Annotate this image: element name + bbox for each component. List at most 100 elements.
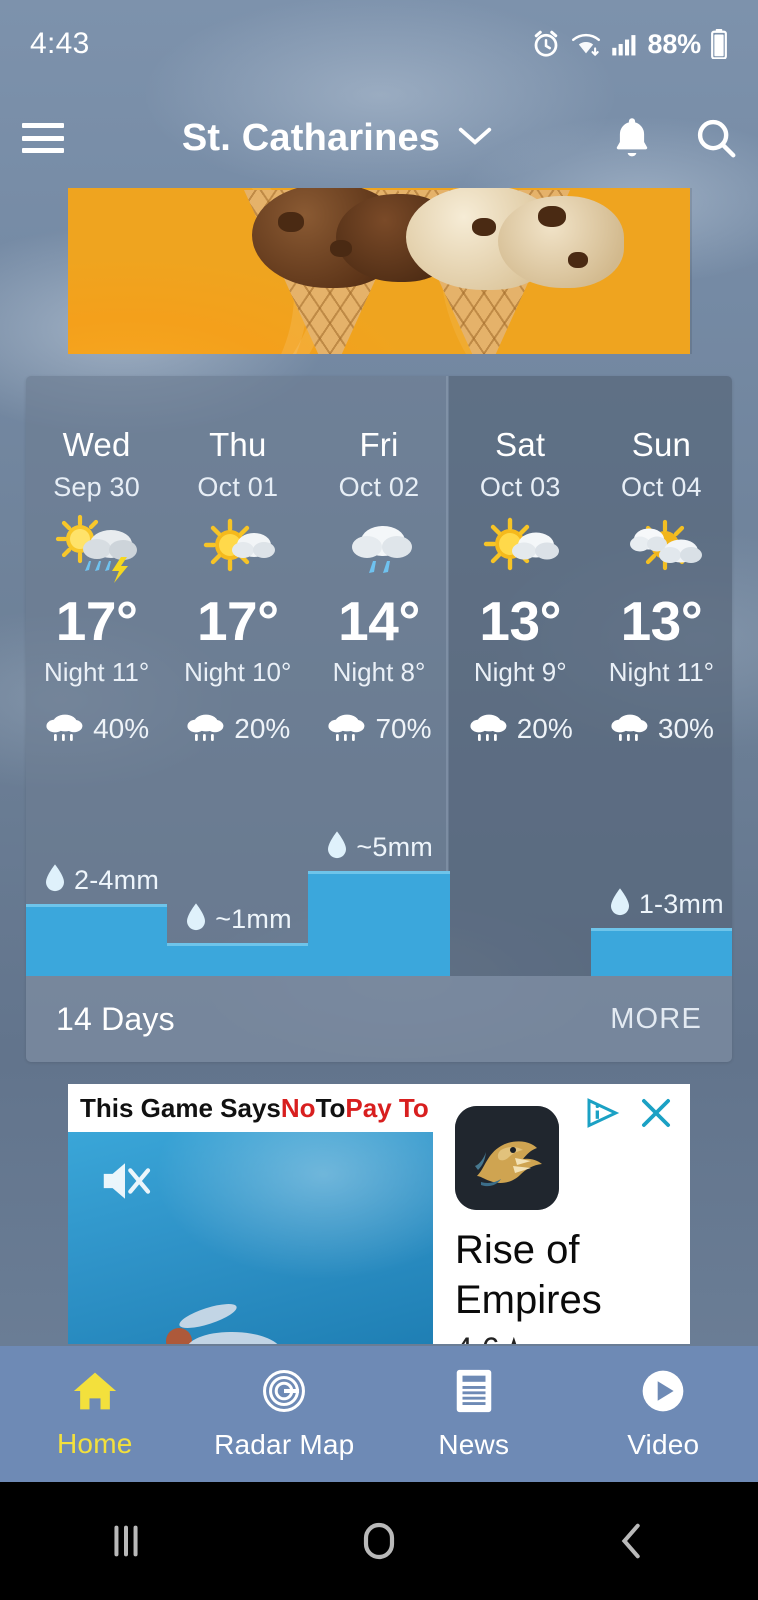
day-date: Oct 02: [338, 472, 420, 502]
recents-icon[interactable]: [0, 1520, 253, 1562]
bell-icon[interactable]: [590, 88, 674, 188]
nav-item-video[interactable]: Video: [569, 1346, 758, 1482]
ad-headline-p1: This Game Says: [80, 1092, 281, 1123]
nav-label-news: News: [438, 1428, 510, 1460]
nav-item-radar-map[interactable]: Radar Map: [190, 1346, 380, 1482]
status-icons: 88%: [531, 29, 728, 60]
cloud-rain-small-icon: [185, 710, 225, 747]
home-circle-icon[interactable]: [253, 1519, 506, 1563]
day-high-temp: 13°: [479, 590, 562, 652]
sun-behind-cloud-icon: [450, 511, 591, 585]
close-x-icon[interactable]: [636, 1094, 676, 1137]
day-night-temp: Night 11°: [43, 657, 150, 687]
precip-text: ~1mm: [215, 904, 292, 934]
nav-item-news[interactable]: News: [379, 1346, 569, 1482]
sun-cloud-rain-thunder-icon: [26, 511, 167, 585]
forecast-day-thu[interactable]: Thu Oct 01 17° Night 10° 20% ~1mm: [167, 376, 309, 976]
android-navigation-bar: [0, 1482, 758, 1600]
day-name: Fri: [359, 426, 399, 463]
topping-chunk: [538, 206, 566, 227]
five-day-forecast-card[interactable]: Wed Sep 30 17° Night 11° 40% 2-4mm Thu O…: [26, 376, 732, 1062]
hamburger-menu-icon[interactable]: [0, 88, 86, 188]
cloud-rain-small-icon: [468, 710, 508, 747]
wifi-icon: [570, 29, 602, 59]
fourteen-days-link[interactable]: 14 Days: [56, 1001, 175, 1038]
precip-bar: [590, 928, 732, 976]
home-icon: [71, 1369, 119, 1418]
precip-bar: [26, 904, 168, 976]
precip-label: ~5mm: [308, 830, 449, 865]
day-precip-chance: 30%: [591, 710, 732, 747]
topping-chunk: [472, 218, 496, 236]
ad-app-rating: 4.6★: [455, 1330, 528, 1344]
status-clock: 4:43: [30, 27, 90, 60]
ad-headline: This Game Says No To Pay To Win: [68, 1084, 483, 1132]
adchoices-icon[interactable]: [584, 1096, 624, 1135]
water-drop-icon: [326, 830, 348, 865]
nav-item-home[interactable]: Home: [0, 1346, 190, 1482]
pop-value: 20%: [516, 712, 573, 744]
signal-icon: [611, 30, 639, 58]
day-night-temp: Night 9°: [473, 657, 567, 687]
search-icon[interactable]: [674, 88, 758, 188]
video-ad[interactable]: This Game Says No To Pay To Win Rise of …: [68, 1084, 690, 1344]
day-night-temp: Night 10°: [184, 657, 292, 687]
water-drop-icon: [44, 863, 66, 898]
forecast-days-row: Wed Sep 30 17° Night 11° 40% 2-4mm Thu O…: [26, 376, 732, 976]
day-precip-amount: 1-3mm: [590, 887, 732, 976]
forecast-day-sat[interactable]: Sat Oct 03 13° Night 9° 20%: [450, 376, 591, 976]
precip-label: 2-4mm: [26, 863, 167, 898]
bottom-navigation-bar: Home Radar Map News Video: [0, 1346, 758, 1482]
precip-bar: [167, 943, 309, 976]
day-precip-amount: ~1mm: [167, 902, 309, 976]
day-precip-amount: ~5mm: [308, 830, 450, 976]
hamburger-lines: [22, 123, 64, 153]
ad-video-player[interactable]: [68, 1132, 433, 1344]
ice-cream-banner-ad[interactable]: [68, 188, 690, 354]
precip-text: 2-4mm: [74, 865, 160, 895]
day-precip-chance: 40%: [26, 710, 167, 747]
day-precip-chance: 70%: [308, 710, 449, 747]
ad-headline-p3: To: [315, 1092, 346, 1123]
precip-label: 1-3mm: [591, 887, 732, 922]
page-title: St. Catharines: [181, 116, 441, 159]
precip-bar: [308, 871, 450, 976]
muted-speaker-icon[interactable]: [98, 1158, 152, 1209]
day-precip-chance: 20%: [167, 710, 308, 747]
forecast-day-sun[interactable]: Sun Oct 04 13° Night 11° 30% 1-3mm: [590, 376, 732, 976]
pop-value: 20%: [234, 712, 291, 744]
water-drop-icon: [609, 887, 631, 922]
sun-between-clouds-icon: [591, 511, 732, 585]
forecast-card-footer: 14 Days MORE: [26, 976, 732, 1062]
day-high-temp: 17°: [55, 590, 138, 652]
day-high-temp: 13°: [620, 590, 703, 652]
day-night-temp: Night 8°: [332, 657, 426, 687]
day-name: Sat: [495, 426, 546, 463]
day-name: Thu: [209, 426, 267, 463]
ad-app-title: Rise of Empires: [455, 1228, 602, 1322]
sun-behind-cloud-icon: [167, 511, 308, 585]
water-drop-icon: [185, 902, 207, 937]
swimmer-head: [166, 1328, 192, 1344]
topping-chunk: [330, 240, 352, 257]
day-date: Oct 03: [479, 472, 561, 502]
day-date: Oct 04: [621, 472, 702, 502]
back-chevron-icon[interactable]: [505, 1520, 758, 1562]
app-bar: St. Catharines: [0, 88, 758, 188]
day-night-temp: Night 11°: [608, 657, 715, 687]
day-name: Wed: [62, 426, 131, 463]
cloud-rain-small-icon: [326, 710, 366, 747]
nav-label-video: Video: [627, 1428, 700, 1460]
radar-map-icon: [260, 1368, 308, 1419]
forecast-day-fri[interactable]: Fri Oct 02 14° Night 8° 70% ~5mm: [308, 376, 450, 976]
scroll-content: Wed Sep 30 17° Night 11° 40% 2-4mm Thu O…: [0, 188, 758, 1344]
ad-details-panel: Rise of Empires 4.6★: [433, 1084, 690, 1344]
city-selector[interactable]: St. Catharines: [86, 117, 590, 160]
forecast-day-wed[interactable]: Wed Sep 30 17° Night 11° 40% 2-4mm: [26, 376, 168, 976]
day-date: Oct 01: [197, 472, 279, 502]
nav-label-radar-map: Radar Map: [214, 1428, 355, 1460]
pop-value: 40%: [93, 712, 150, 744]
more-link[interactable]: MORE: [610, 1003, 702, 1036]
day-high-temp: 14°: [338, 590, 420, 652]
forecast-days-area: Wed Sep 30 17° Night 11° 40% 2-4mm Thu O…: [26, 376, 732, 976]
